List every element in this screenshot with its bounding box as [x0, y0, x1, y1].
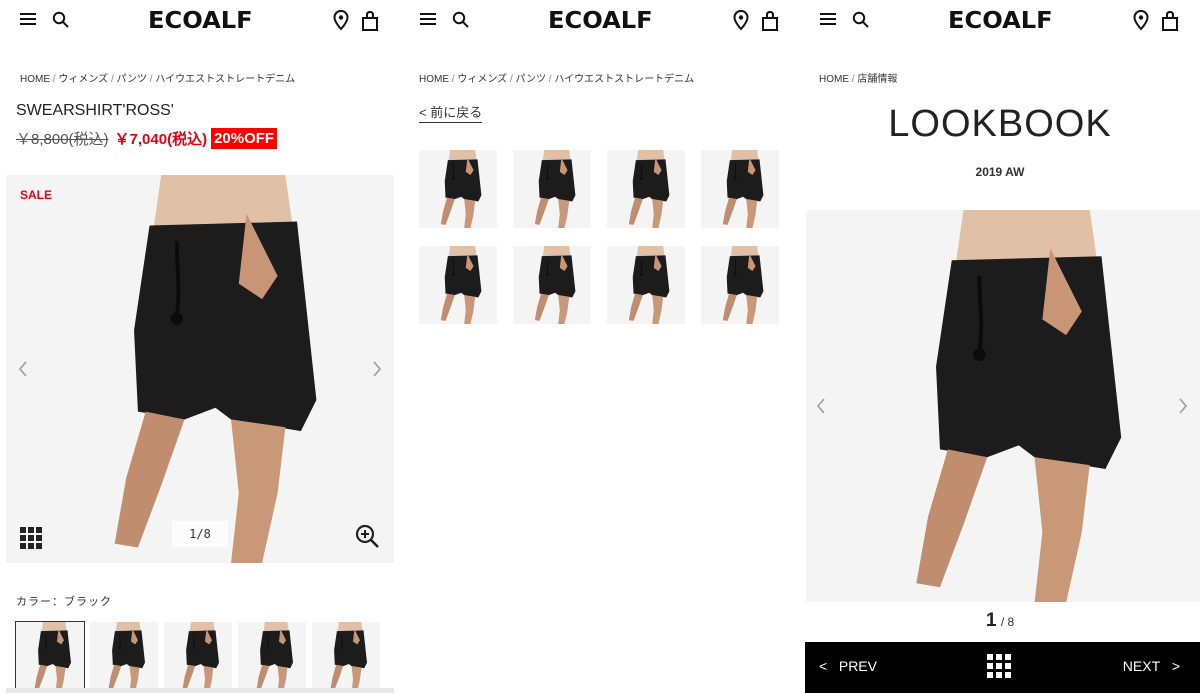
next-label: NEXT [1122, 658, 1161, 674]
lookbook-nav-bar: < PREV NEXT > [805, 642, 1200, 693]
grid-thumbnail[interactable] [701, 150, 779, 228]
chevron-left-icon[interactable] [16, 359, 30, 379]
color-swatch-list [15, 621, 380, 693]
image-counter: 1/8 [172, 521, 228, 547]
image-grid-panel: ECOALF HOME / ウィメンズ / パンツ / ハイウエストストレートデ… [400, 0, 800, 693]
prev-button[interactable]: < PREV [819, 658, 877, 674]
page: ECOALF HOME / ウィメンズ / パンツ / ハイウエストストレートデ… [0, 0, 1200, 693]
swatch-thumbnail[interactable] [164, 622, 232, 692]
price-row: ￥8,800(税込) ￥7,040(税込) 20%OFF [16, 127, 278, 149]
search-icon[interactable] [452, 11, 470, 29]
site-header: ECOALF [400, 0, 800, 44]
breadcrumb-home[interactable]: HOME [419, 74, 449, 85]
chevron-right-icon[interactable] [1176, 396, 1190, 416]
breadcrumb-item[interactable]: ウィメンズ [58, 74, 108, 85]
chevron-right-icon[interactable] [370, 359, 384, 379]
product-photo [6, 175, 394, 563]
menu-icon[interactable] [820, 13, 836, 27]
product-image-carousel[interactable]: SALE 1/8 [6, 175, 394, 563]
grid-thumbnail[interactable] [513, 246, 591, 324]
grid-icon[interactable] [20, 527, 42, 549]
lookbook-image-carousel[interactable] [806, 210, 1200, 602]
prev-label: PREV [838, 658, 877, 674]
brand-logo[interactable]: ECOALF [148, 8, 253, 34]
discount-badge: 20%OFF [211, 127, 278, 149]
breadcrumb: HOME / ウィメンズ / パンツ / ハイウエストストレートデニム [20, 70, 295, 85]
breadcrumb-home[interactable]: HOME [20, 74, 50, 85]
page-title: LOOKBOOK [888, 103, 1112, 145]
swatch-thumbnail[interactable] [15, 621, 85, 693]
breadcrumb: HOME / ウィメンズ / パンツ / ハイウエストストレートデニム [419, 70, 694, 85]
store-pin-icon[interactable] [733, 10, 749, 32]
page-total: / 8 [1000, 615, 1015, 629]
color-label: カラー：ブラック [16, 596, 112, 608]
grid-thumbnail[interactable] [513, 150, 591, 228]
store-pin-icon[interactable] [333, 10, 349, 32]
original-price: ￥8,800(税込) [16, 130, 109, 148]
breadcrumb-home[interactable]: HOME [819, 74, 849, 85]
page-indicator: 1 / 8 [800, 610, 1200, 632]
menu-icon[interactable] [420, 13, 436, 27]
swatch-thumbnail[interactable] [90, 622, 158, 692]
search-icon[interactable] [852, 11, 870, 29]
store-pin-icon[interactable] [1133, 10, 1149, 32]
season-label: 2019 AW [975, 165, 1025, 179]
product-panel: ECOALF HOME / ウィメンズ / パンツ / ハイウエストストレートデ… [0, 0, 400, 693]
breadcrumb-item[interactable]: パンツ [516, 74, 547, 85]
bag-icon[interactable] [361, 10, 379, 32]
next-button[interactable]: NEXT > [1123, 658, 1180, 674]
breadcrumb-item[interactable]: ハイウエストストレートデニム [554, 74, 694, 85]
chevron-left-icon[interactable] [814, 396, 828, 416]
brand-logo[interactable]: ECOALF [948, 8, 1053, 34]
sale-label: SALE [20, 188, 53, 202]
lookbook-photo [806, 210, 1200, 602]
bag-icon[interactable] [761, 10, 779, 32]
breadcrumb-item[interactable]: ハイウエストストレートデニム [155, 74, 295, 85]
sale-price: ￥7,040(税込) [114, 130, 208, 148]
breadcrumb: HOME / 店舗情報 [819, 70, 897, 85]
breadcrumb-item[interactable]: パンツ [117, 74, 148, 85]
swatch-thumbnail[interactable] [312, 622, 380, 692]
grid-thumbnail[interactable] [607, 150, 685, 228]
brand-logo[interactable]: ECOALF [548, 8, 653, 34]
lookbook-panel: ECOALF HOME / 店舗情報 LOOKBOOK 2019 AW 1 / … [800, 0, 1200, 693]
back-link[interactable]: < 前に戻る [419, 102, 483, 123]
breadcrumb-item[interactable]: 店舗情報 [857, 74, 897, 85]
site-header: ECOALF [0, 0, 400, 44]
chevron-left-icon: < [819, 658, 828, 674]
site-header: ECOALF [800, 0, 1200, 44]
breadcrumb-item[interactable]: ウィメンズ [457, 74, 507, 85]
grid-icon[interactable] [987, 654, 1011, 678]
grid-thumbnail[interactable] [701, 246, 779, 324]
thumbnail-grid [419, 150, 779, 324]
page-current: 1 [985, 610, 997, 631]
menu-icon[interactable] [20, 13, 36, 27]
scroll-indicator [6, 688, 394, 693]
grid-thumbnail[interactable] [607, 246, 685, 324]
grid-thumbnail[interactable] [419, 246, 497, 324]
search-icon[interactable] [52, 11, 70, 29]
swatch-thumbnail[interactable] [238, 622, 306, 692]
zoom-in-icon[interactable] [354, 523, 380, 549]
product-title: SWEARSHIRT'ROSS' [16, 102, 174, 119]
grid-thumbnail[interactable] [419, 150, 497, 228]
bag-icon[interactable] [1161, 10, 1179, 32]
chevron-right-icon: > [1171, 658, 1180, 674]
